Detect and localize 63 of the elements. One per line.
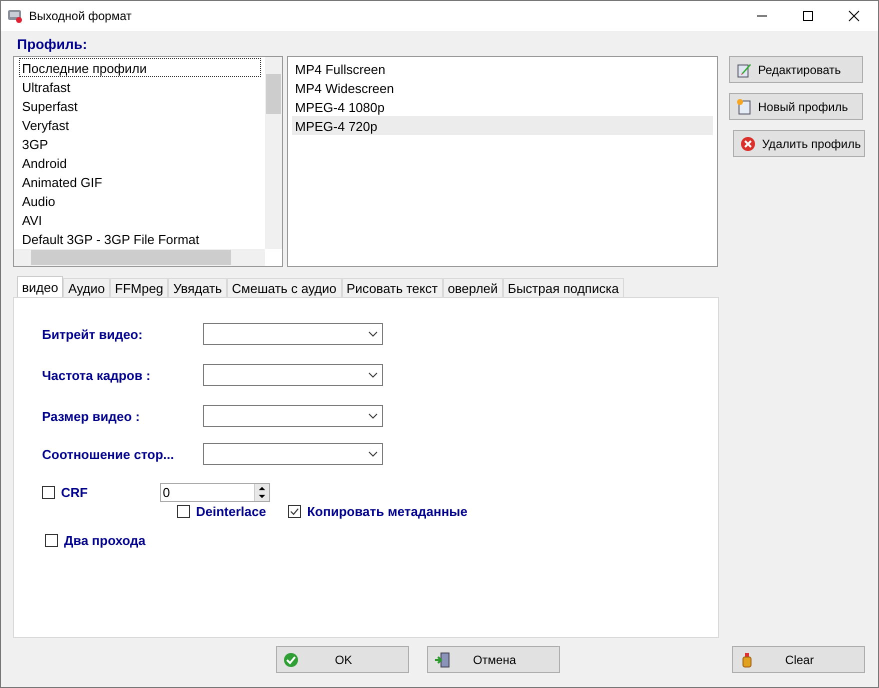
list-item[interactable]: Последние профили <box>19 58 261 77</box>
dialog-button[interactable]: Отмена <box>427 646 560 673</box>
list-item[interactable]: 3GP <box>19 134 261 153</box>
horizontal-scrollbar[interactable] <box>14 249 265 266</box>
dialog-button[interactable]: OK <box>276 646 409 673</box>
delete-icon <box>740 136 756 152</box>
tab[interactable]: Рисовать текст <box>342 278 443 297</box>
pencil-note-icon <box>736 62 752 78</box>
caret-icon[interactable] <box>368 372 378 378</box>
checkbox-label: Deinterlace <box>196 504 266 519</box>
dropdown[interactable] <box>203 443 383 465</box>
checkmark-icon <box>283 652 299 668</box>
list-item[interactable]: AVI <box>19 210 261 229</box>
checkbox[interactable] <box>45 534 58 547</box>
checkbox[interactable] <box>42 486 55 499</box>
side-button[interactable]: Удалить профиль <box>733 130 865 157</box>
field-label: Битрейт видео: <box>42 326 144 342</box>
checkbox-label: Два прохода <box>64 533 146 548</box>
caret-icon[interactable] <box>368 331 378 337</box>
list-item[interactable]: Superfast <box>19 96 261 115</box>
dropdown[interactable] <box>203 405 383 427</box>
list-item[interactable]: Audio <box>19 191 261 210</box>
up-arrow-icon[interactable] <box>258 486 266 491</box>
field-label: Соотношение стор... <box>42 446 175 462</box>
list-item[interactable]: Animated GIF <box>19 172 261 191</box>
window-title: Выходной формат <box>29 9 133 23</box>
dropdown[interactable] <box>203 364 383 386</box>
list-item[interactable]: Ultrafast <box>19 77 261 96</box>
app-icon <box>7 8 23 24</box>
new-document-icon <box>736 98 752 114</box>
checkbox[interactable] <box>177 505 190 518</box>
tab[interactable]: оверлей <box>442 278 503 297</box>
tab[interactable]: Быстрая подписка <box>502 278 624 297</box>
exit-door-icon <box>434 652 450 668</box>
maximize-icon[interactable] <box>802 10 814 22</box>
tab[interactable]: Смешать с аудио <box>226 278 342 297</box>
tab[interactable]: Увядать <box>168 278 227 297</box>
list-item[interactable]: MP4 Widescreen <box>292 78 713 97</box>
list-item[interactable]: MP4 Fullscreen <box>292 59 713 78</box>
list-item[interactable]: Android <box>19 153 261 172</box>
close-icon[interactable] <box>848 10 860 22</box>
field-label: Частота кадров : <box>42 368 152 382</box>
list-item[interactable]: MPEG-4 720p <box>292 116 713 135</box>
list-item[interactable]: MPEG-4 1080p <box>292 97 713 116</box>
checkbox-label: CRF <box>61 485 88 500</box>
checkbox[interactable] <box>288 505 302 518</box>
list-item[interactable]: Veryfast <box>19 115 261 134</box>
spin-box[interactable]: 0 <box>160 483 270 502</box>
down-arrow-icon[interactable] <box>258 494 266 500</box>
dialog-button[interactable]: Clear <box>732 646 865 673</box>
caret-icon[interactable] <box>368 451 378 457</box>
tab[interactable]: FFMpeg <box>110 278 168 297</box>
tab[interactable]: видео <box>17 276 64 297</box>
side-button[interactable]: Новый профиль <box>729 93 863 120</box>
field-label: Размер видео : <box>42 408 141 424</box>
side-button[interactable]: Редактировать <box>729 56 863 83</box>
vertical-scrollbar[interactable] <box>265 57 282 249</box>
dropdown[interactable] <box>203 323 383 345</box>
profile-label: Профиль: <box>17 36 88 54</box>
list-item[interactable]: Default 3GP - 3GP File Format <box>19 229 261 248</box>
caret-icon[interactable] <box>368 413 378 419</box>
checkbox-label: Копировать метаданные <box>307 504 468 519</box>
tab[interactable]: Аудио <box>63 278 110 297</box>
